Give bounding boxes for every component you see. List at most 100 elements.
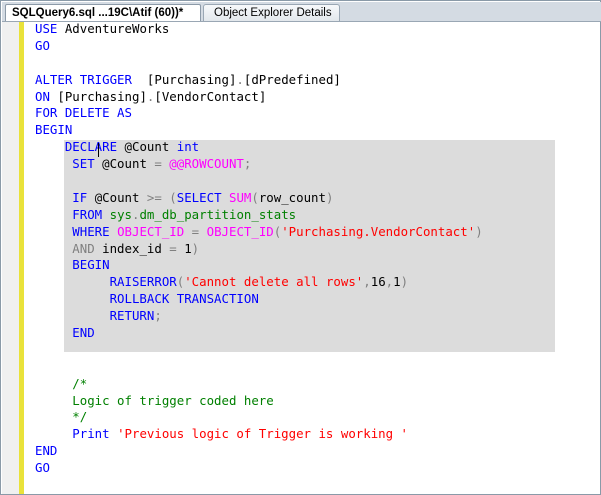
code-line[interactable] <box>35 342 483 359</box>
tab-object-explorer-details-label: Object Explorer Details <box>214 7 332 19</box>
editor-gutter <box>2 22 19 494</box>
code-line[interactable]: BEGIN <box>35 122 483 139</box>
code-token: @Count <box>94 189 147 205</box>
code-token: SET <box>35 156 103 172</box>
code-token: 'Cannot delete all rows' <box>184 274 364 290</box>
document-tab-bar: SQLQuery6.sql ...19C\Atif (60))* Object … <box>2 2 601 22</box>
code-line[interactable]: USE AdventureWorks <box>35 21 483 38</box>
code-token: ( <box>251 189 259 205</box>
change-tracking-margin <box>19 22 24 494</box>
tab-sqlquery6[interactable]: SQLQuery6.sql ...19C\Atif (60))* <box>5 4 201 21</box>
code-token: @Count <box>124 139 177 155</box>
code-token: Print <box>35 426 118 442</box>
code-token: GO <box>35 460 50 476</box>
code-line[interactable] <box>35 173 483 190</box>
code-token: index_id <box>102 240 170 256</box>
code-token: FROM <box>35 206 110 222</box>
code-token: RAISERROR <box>35 274 177 290</box>
code-token: ON <box>35 88 58 104</box>
code-token: sys <box>109 206 132 222</box>
code-token: GO <box>35 37 50 53</box>
code-token: [Purchasing] <box>131 71 237 87</box>
code-token: 1 <box>393 274 401 290</box>
code-line[interactable] <box>35 359 483 376</box>
code-token: , <box>385 274 394 290</box>
code-token: END <box>35 325 95 341</box>
tab-object-explorer-details[interactable]: Object Explorer Details <box>203 4 340 21</box>
code-token: END <box>35 443 58 459</box>
code-line[interactable]: AND index_id = 1) <box>35 241 483 258</box>
code-token: ) <box>400 274 409 290</box>
code-line[interactable]: SET @Count = @@ROWCOUNT; <box>35 156 483 173</box>
code-token: dm_db_partition_stats <box>139 206 297 222</box>
code-token: OBJECT_ID <box>117 223 185 239</box>
code-token: USE <box>35 21 65 36</box>
code-token: , <box>363 274 371 290</box>
code-token: ; <box>154 308 162 324</box>
code-line[interactable]: GO <box>35 38 483 55</box>
code-token: 'Previous logic of Trigger is working ' <box>117 426 408 442</box>
code-token: ( <box>169 189 177 205</box>
code-token: IF <box>35 189 95 205</box>
code-token: AdventureWorks <box>64 21 170 36</box>
code-token: 16 <box>370 274 386 290</box>
code-line[interactable]: ALTER TRIGGER [Purchasing].[dPredefined] <box>35 72 483 89</box>
code-line[interactable]: GO <box>35 460 483 477</box>
code-line[interactable]: */ <box>35 409 483 426</box>
code-token: BEGIN <box>35 122 73 138</box>
code-line[interactable]: /* <box>35 376 483 393</box>
code-token: FOR DELETE AS <box>35 105 132 121</box>
code-token: @Count <box>102 156 155 172</box>
query-editor-window: SQLQuery6.sql ...19C\Atif (60))* Object … <box>0 0 601 495</box>
code-token: = <box>169 240 177 256</box>
text-caret <box>98 143 99 157</box>
code-token: = <box>154 156 162 172</box>
code-line[interactable]: Print 'Previous logic of Trigger is work… <box>35 426 483 443</box>
code-line[interactable]: FOR DELETE AS <box>35 105 483 122</box>
code-token: ) <box>191 240 200 256</box>
code-token: [VendorContact] <box>154 88 267 104</box>
code-token: >= <box>146 189 162 205</box>
code-token: BEGIN <box>35 257 110 273</box>
code-token: Logic of trigger coded here <box>35 392 274 408</box>
code-token: SELECT <box>176 189 229 205</box>
tab-sqlquery6-label: SQLQuery6.sql ...19C\Atif (60))* <box>12 7 184 19</box>
code-line[interactable]: RETURN; <box>35 308 483 325</box>
code-line[interactable]: END <box>35 325 483 342</box>
code-line[interactable]: END <box>35 443 483 460</box>
code-token: @@ROWCOUNT <box>169 156 244 172</box>
code-line[interactable]: IF @Count >= (SELECT SUM(row_count) <box>35 190 483 207</box>
code-token: . <box>236 71 244 87</box>
code-token: SUM <box>228 189 252 205</box>
code-token: AND <box>35 240 103 256</box>
code-line[interactable]: ROLLBACK TRANSACTION <box>35 291 483 308</box>
code-line[interactable] <box>35 55 483 72</box>
code-token: ) <box>475 223 483 239</box>
code-line[interactable]: ON [Purchasing].[VendorContact] <box>35 89 483 106</box>
code-token: DECLARE <box>35 139 125 155</box>
code-token: [dPredefined] <box>243 71 341 87</box>
code-token: [Purchasing] <box>57 88 147 104</box>
code-token: ROLLBACK TRANSACTION <box>35 291 259 307</box>
code-token: /* <box>35 375 88 391</box>
code-token: ; <box>243 156 252 172</box>
code-line[interactable]: BEGIN <box>35 257 483 274</box>
code-token: OBJECT_ID <box>206 223 274 239</box>
code-token: WHERE <box>35 223 118 239</box>
code-line[interactable]: Logic of trigger coded here <box>35 393 483 410</box>
code-line[interactable]: RAISERROR('Cannot delete all rows',16,1) <box>35 274 483 291</box>
code-token: 'Purchasing.VendorContact' <box>281 223 476 239</box>
code-line[interactable]: DECLARE @Count int <box>35 139 483 156</box>
sql-code-editor[interactable]: USE AdventureWorks GO ALTER TRIGGER [Purc… <box>35 21 483 477</box>
code-token: RETURN <box>35 308 155 324</box>
code-token: row_count <box>258 189 326 205</box>
code-line[interactable]: FROM sys.dm_db_partition_stats <box>35 207 483 224</box>
code-line[interactable]: WHERE OBJECT_ID = OBJECT_ID('Purchasing.… <box>35 223 483 241</box>
code-token: ) <box>325 189 334 205</box>
code-token: */ <box>35 409 88 425</box>
code-token: ALTER TRIGGER <box>35 71 132 87</box>
code-token: int <box>176 139 200 155</box>
code-token: 1 <box>176 240 192 256</box>
